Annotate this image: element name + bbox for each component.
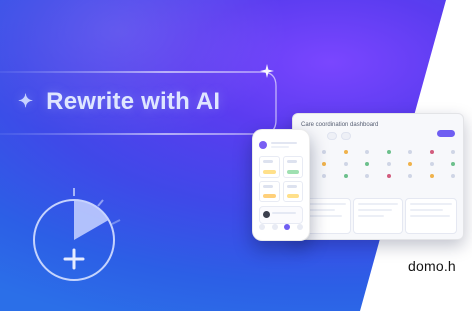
- panel-line: [358, 203, 398, 205]
- timeline-dot: [365, 162, 370, 166]
- phone-tabbar: [259, 222, 303, 232]
- person-icon: [263, 211, 270, 218]
- dashboard-title: Care coordination dashboard: [301, 122, 379, 128]
- timeline-dot: [408, 174, 413, 178]
- panel-line: [306, 215, 342, 217]
- headline-text: Rewrite with AI: [46, 88, 221, 115]
- tab-icon-active: [284, 224, 291, 230]
- panel-line: [358, 209, 392, 211]
- dashboard-preview: Care coordination dashboard: [292, 113, 464, 240]
- timer-plus-icon: [33, 188, 121, 281]
- dashboard-tab: [341, 132, 351, 140]
- timeline-dot: [365, 174, 370, 178]
- panel-line: [410, 203, 452, 205]
- timeline-dot: [450, 150, 455, 154]
- dashboard-action-button: [437, 130, 455, 137]
- timeline-dot: [322, 150, 327, 154]
- phone-card: [259, 156, 280, 178]
- phone-cards: [259, 156, 303, 202]
- four-point-star-icon: ✦: [18, 91, 34, 111]
- timeline-dot: [322, 174, 327, 178]
- timeline-dot: [386, 174, 391, 178]
- domain-text: domo.h: [408, 258, 456, 274]
- timeline-dot: [408, 162, 413, 166]
- timeline-dot: [450, 174, 455, 178]
- phone-card: [282, 180, 303, 202]
- timeline-dot: [343, 174, 348, 178]
- phone-header: [259, 138, 303, 152]
- timeline-dot: [386, 150, 391, 154]
- panel-line: [410, 215, 450, 217]
- timeline-dot: [386, 162, 391, 166]
- phone-header-text: [271, 142, 303, 148]
- panel-line: [306, 209, 335, 211]
- timeline-row: [301, 150, 455, 160]
- headline: ✦ Rewrite with AI: [18, 88, 220, 116]
- phone-card: [282, 156, 303, 178]
- timeline-dot: [343, 150, 348, 154]
- panel-line: [306, 203, 346, 205]
- panel-line: [358, 215, 385, 217]
- avatar: [259, 141, 267, 149]
- dashboard-panel: [405, 198, 457, 234]
- timeline-dot: [322, 162, 327, 166]
- phone-preview: [252, 129, 310, 241]
- dashboard-tabs: [327, 132, 351, 140]
- dashboard-tab: [327, 132, 337, 140]
- timeline-dot: [408, 150, 413, 154]
- timeline-row: [301, 174, 455, 184]
- panel-line: [410, 209, 443, 211]
- dashboard-timeline: [301, 144, 455, 192]
- timeline-dot: [429, 150, 434, 154]
- tab-icon: [271, 224, 278, 230]
- banner: ✦ Rewrite with AI Care coordination dash…: [0, 0, 472, 311]
- timeline-dot: [450, 162, 455, 166]
- tab-icon: [259, 224, 265, 230]
- dashboard-panel: [353, 198, 403, 234]
- timeline-row: [301, 162, 455, 172]
- phone-card: [259, 180, 280, 202]
- sparkle-icon: [260, 64, 274, 78]
- timeline-dot: [365, 150, 370, 154]
- timeline-dot: [429, 162, 434, 166]
- tab-icon: [296, 224, 303, 230]
- timeline-dot: [429, 174, 434, 178]
- timeline-dot: [343, 162, 348, 166]
